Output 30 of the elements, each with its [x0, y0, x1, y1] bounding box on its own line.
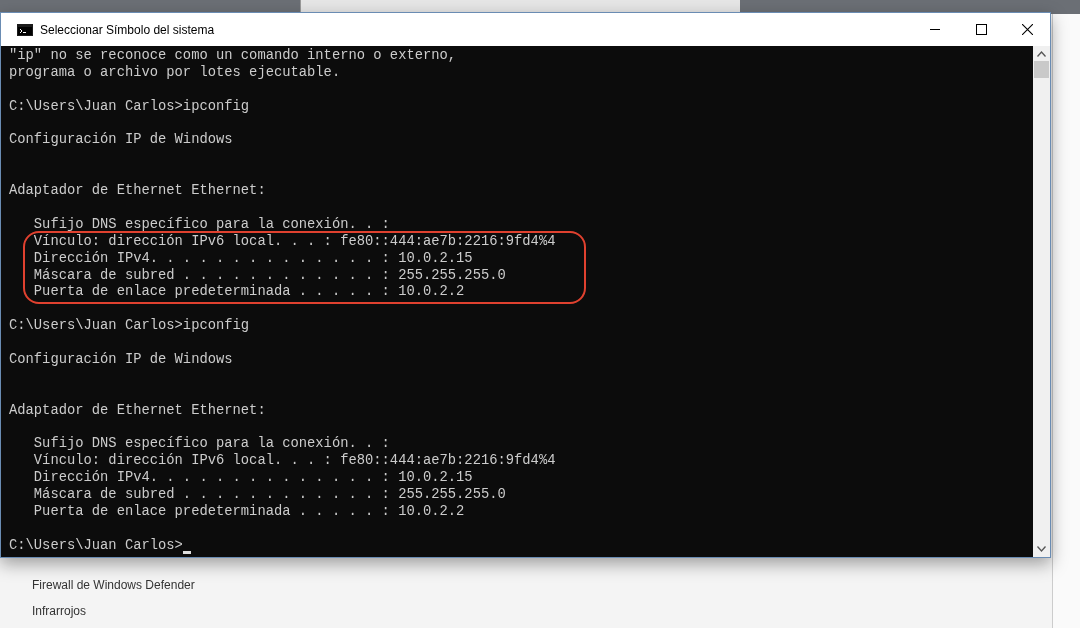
terminal-icon: [17, 23, 33, 36]
console-line: C:\Users\Juan Carlos>: [9, 537, 183, 555]
console-line: Máscara de subred . . . . . . . . . . . . : 255.255.255.0: [32, 487, 506, 504]
console-line: Adaptador de Ethernet Ethernet:: [9, 183, 266, 200]
console-line: Dirección IPv4. . . . . . . . . . . . . . : 10.0.2.15: [32, 250, 473, 268]
settings-link[interactable]: Firewall de Windows Defender: [32, 576, 195, 594]
console-line: C:\Users\Juan Carlos>ipconfig: [9, 98, 250, 116]
scroll-up-icon[interactable]: [1037, 51, 1046, 57]
maximize-icon: [975, 24, 987, 35]
console-line: C:\Users\Juan Carlos>ipconfig: [9, 318, 250, 336]
console-line: Configuración IP de Windows: [9, 132, 233, 150]
console-line: Máscara de subred . . . . . . . . . . . . : 255.255.255.0: [32, 267, 506, 284]
scrollbar-thumb[interactable]: [1034, 61, 1049, 78]
console-line: Vínculo: dirección IPv6 local. . . : fe80::444:ae7b:2216:9fd4%4: [32, 453, 556, 470]
console-line: Sufijo DNS específico para la conexión. . :: [32, 436, 390, 453]
window-title: Seleccionar Símbolo del sistema: [40, 21, 215, 39]
minimize-icon: [930, 29, 940, 30]
console-line: Adaptador de Ethernet Ethernet:: [9, 402, 266, 420]
scrollbar[interactable]: [1033, 46, 1050, 557]
console-line: Puerta de enlace predeterminada . . . . . : 10.0.2.2: [32, 504, 465, 521]
console-line: Dirección IPv4. . . . . . . . . . . . . . : 10.0.2.15: [32, 470, 473, 487]
console-line: Sufijo DNS específico para la conexión. . :: [32, 216, 390, 234]
scroll-down-icon[interactable]: [1037, 546, 1046, 552]
close-icon: [1021, 24, 1033, 35]
settings-link[interactable]: Infrarrojos: [32, 602, 195, 620]
console-line: Configuración IP de Windows: [9, 352, 233, 369]
console-line: Vínculo: dirección IPv6 local. . . : fe80::444:ae7b:2216:9fd4%4: [32, 233, 556, 251]
console-line: programa o archivo por lotes ejecutable.: [9, 64, 341, 82]
console-line: Puerta de enlace predeterminada . . . . . : 10.0.2.2: [32, 284, 465, 302]
console-line: "ip" no se reconoce como un comando interno o externo,: [9, 48, 457, 65]
